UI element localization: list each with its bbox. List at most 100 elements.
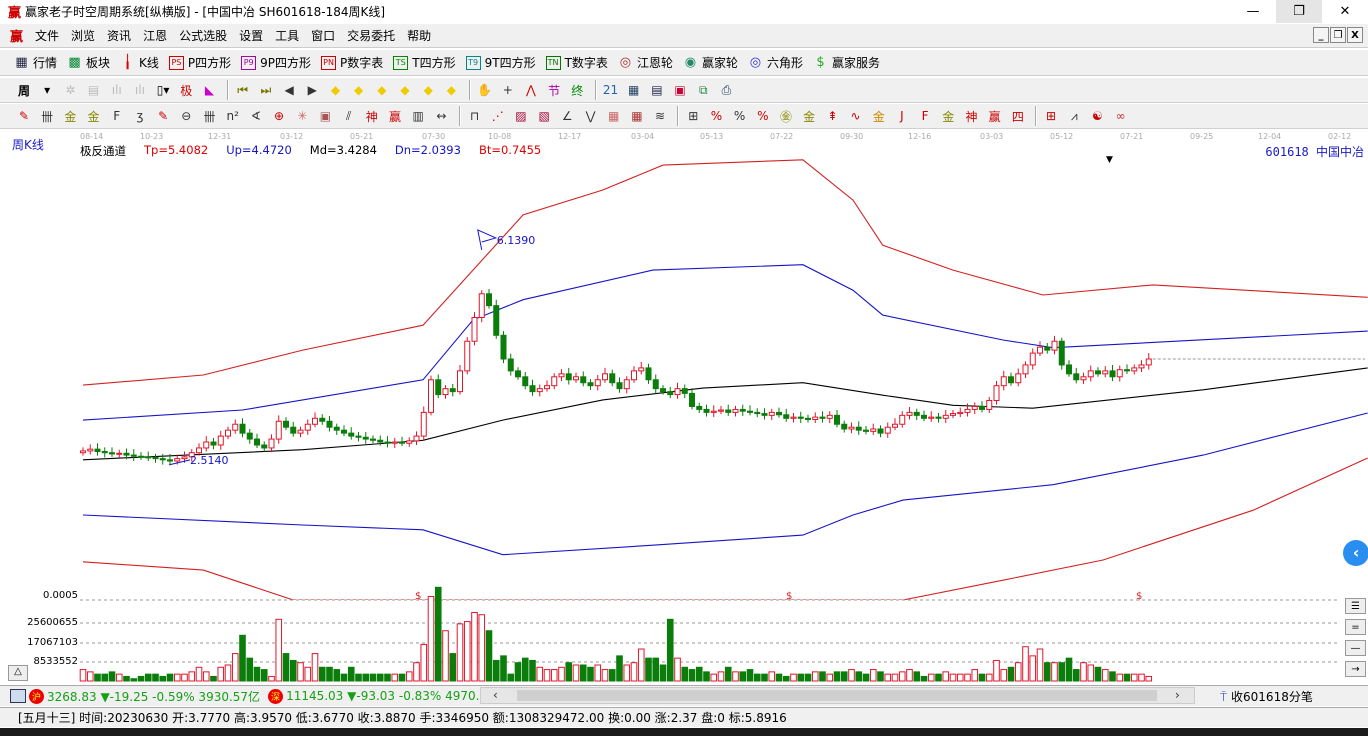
- horizontal-scrollbar[interactable]: ‹ ›: [480, 687, 1195, 704]
- bars-icon[interactable]: ▥: [408, 107, 428, 125]
- scroll-left-icon[interactable]: ‹: [493, 688, 498, 702]
- grid-red-icon[interactable]: ▦: [604, 107, 624, 125]
- grid2-icon[interactable]: ▦: [627, 107, 647, 125]
- mdi-restore-button[interactable]: ❐: [1330, 27, 1346, 43]
- gold-line2-icon[interactable]: 金: [84, 107, 104, 125]
- percent-red-icon[interactable]: %: [706, 107, 726, 125]
- j-fan-icon[interactable]: J: [892, 107, 912, 125]
- four-fan-icon[interactable]: 四: [1008, 107, 1028, 125]
- tick-detail-button[interactable]: ⍑ 收601618分笔: [1220, 688, 1313, 705]
- wave-box-icon[interactable]: ∿: [846, 107, 866, 125]
- lines-icon[interactable]: 卌: [200, 107, 220, 125]
- sh-index-quote[interactable]: 3268.83 ▼-19.25 -0.59% 3930.57亿: [47, 688, 260, 705]
- last-icon[interactable]: ⏭: [256, 81, 276, 99]
- fan-color-icon[interactable]: ◣: [200, 81, 220, 99]
- first-icon[interactable]: ⏮: [233, 81, 253, 99]
- hand-icon[interactable]: ✋: [475, 81, 495, 99]
- measure-icon[interactable]: ↔: [431, 107, 451, 125]
- extreme-icon[interactable]: 极: [176, 81, 196, 99]
- n2-icon[interactable]: n²: [223, 107, 243, 125]
- scroll-right-icon[interactable]: ›: [1175, 688, 1180, 702]
- menu-item[interactable]: 设置: [233, 27, 269, 44]
- network-icon[interactable]: ⧉: [693, 81, 713, 99]
- table-icon[interactable]: ⊞: [683, 107, 703, 125]
- toolbar-button-2[interactable]: ╽ K线: [120, 54, 159, 71]
- gold-box-icon[interactable]: 金: [869, 107, 889, 125]
- mdi-close-button[interactable]: X: [1347, 27, 1363, 43]
- expand-panel-button[interactable]: △: [8, 665, 28, 681]
- right-icon[interactable]: ▶: [302, 81, 322, 99]
- ying-fan-icon[interactable]: 赢: [985, 107, 1005, 125]
- gold-lines-icon[interactable]: 金: [799, 107, 819, 125]
- f-line-icon[interactable]: F: [107, 107, 127, 125]
- diag-icon[interactable]: ⫽: [339, 107, 359, 125]
- toolbar-button-12[interactable]: $ 赢家服务: [813, 54, 880, 71]
- menu-item[interactable]: 资讯: [101, 27, 137, 44]
- toolbar-button-3[interactable]: PS P四方形: [168, 54, 231, 71]
- fibo-icon[interactable]: 终: [567, 81, 587, 99]
- pen2-icon[interactable]: ✎: [153, 107, 173, 125]
- ying-icon[interactable]: 赢: [385, 107, 405, 125]
- pattern-icon[interactable]: ✲: [60, 81, 80, 99]
- arrow-right-diamond-icon[interactable]: ◆: [349, 81, 369, 99]
- menu-item[interactable]: 江恩: [137, 27, 173, 44]
- infinity-icon[interactable]: ∞: [1111, 107, 1131, 125]
- quote-table-icon[interactable]: [10, 689, 26, 703]
- save-icon[interactable]: ▣: [670, 81, 690, 99]
- panel-three-button[interactable]: ☰: [1345, 598, 1366, 614]
- toolbar-button-9[interactable]: ◎ 江恩轮: [618, 54, 673, 71]
- export-icon[interactable]: ⎙: [716, 81, 736, 99]
- arrow-left-diamond-icon[interactable]: ◆: [325, 81, 345, 99]
- calendar-icon[interactable]: 21: [601, 81, 621, 99]
- panel-two-button[interactable]: =: [1345, 619, 1366, 635]
- square-fan-icon[interactable]: ▨: [511, 107, 531, 125]
- hash-icon[interactable]: 卌: [37, 107, 57, 125]
- candle-type-icon[interactable]: ▯▾: [153, 81, 173, 99]
- percent-icon[interactable]: %: [730, 107, 750, 125]
- toolbar-button-8[interactable]: TN T数字表: [545, 54, 608, 71]
- fan-icon[interactable]: ⋰: [488, 107, 508, 125]
- minimize-button[interactable]: —: [1230, 0, 1276, 23]
- toolbar-button-6[interactable]: TS T四方形: [393, 54, 456, 71]
- restore-button[interactable]: ❐: [1276, 0, 1322, 23]
- v-icon[interactable]: ⋁: [581, 107, 601, 125]
- spiral-icon[interactable]: ʒ: [130, 107, 150, 125]
- yinyang-icon[interactable]: ☯: [1087, 107, 1107, 125]
- close-button[interactable]: ✕: [1322, 0, 1368, 23]
- toolbar-button-11[interactable]: ◎ 六角形: [748, 54, 803, 71]
- shen-icon[interactable]: 神: [362, 107, 382, 125]
- angle-icon[interactable]: ∢: [246, 107, 266, 125]
- bars9-icon[interactable]: ılı: [130, 81, 150, 99]
- calculator-icon[interactable]: ▦: [624, 81, 644, 99]
- box-icon[interactable]: ▣: [315, 107, 335, 125]
- toolbar-button-1[interactable]: ▩ 板块: [67, 54, 110, 71]
- pen-icon[interactable]: ✎: [14, 107, 34, 125]
- toolbar-button-0[interactable]: ▦ 行情: [14, 54, 57, 71]
- target-icon[interactable]: ⊕: [269, 107, 289, 125]
- bars3-icon[interactable]: ılı: [107, 81, 127, 99]
- crosshair-icon[interactable]: +: [498, 81, 518, 99]
- menu-item[interactable]: 公式选股: [173, 27, 233, 44]
- gold-circle-icon[interactable]: ㊎: [776, 107, 796, 125]
- side-panel-toggle[interactable]: ‹: [1343, 540, 1368, 566]
- toolbar-button-7[interactable]: T9 9T四方形: [465, 54, 536, 71]
- circle-grid-icon[interactable]: ⊖: [176, 107, 196, 125]
- toolbar-button-4[interactable]: P9 9P四方形: [241, 54, 311, 71]
- sz-index-quote[interactable]: 11145.03 ▼-93.03 -0.83% 4970.20: [286, 689, 495, 703]
- period-dropdown-icon[interactable]: ▾: [37, 81, 57, 99]
- grid-yellow-icon[interactable]: ⊞: [1041, 107, 1061, 125]
- festival-icon[interactable]: 节: [544, 81, 564, 99]
- scroll-thumb[interactable]: [517, 690, 1157, 701]
- chart-line-icon[interactable]: ⩘: [1064, 107, 1084, 125]
- panel-one-button[interactable]: —: [1345, 640, 1366, 656]
- expand-v-diamond-icon[interactable]: ◆: [441, 81, 461, 99]
- expand-all-diamond-icon[interactable]: ◆: [418, 81, 438, 99]
- rect-icon[interactable]: ⊓: [465, 107, 485, 125]
- gold-line-icon[interactable]: 金: [60, 107, 80, 125]
- box-fan-icon[interactable]: ▧: [534, 107, 554, 125]
- chart-area[interactable]: 08-14 10-23 12-31 03-12 05-21 07-30 10-08 12-17…: [0, 130, 1368, 682]
- angle2-icon[interactable]: ∠: [557, 107, 577, 125]
- menu-item[interactable]: 工具: [269, 27, 305, 44]
- period-select[interactable]: 周: [14, 81, 34, 99]
- menu-item[interactable]: 浏览: [65, 27, 101, 44]
